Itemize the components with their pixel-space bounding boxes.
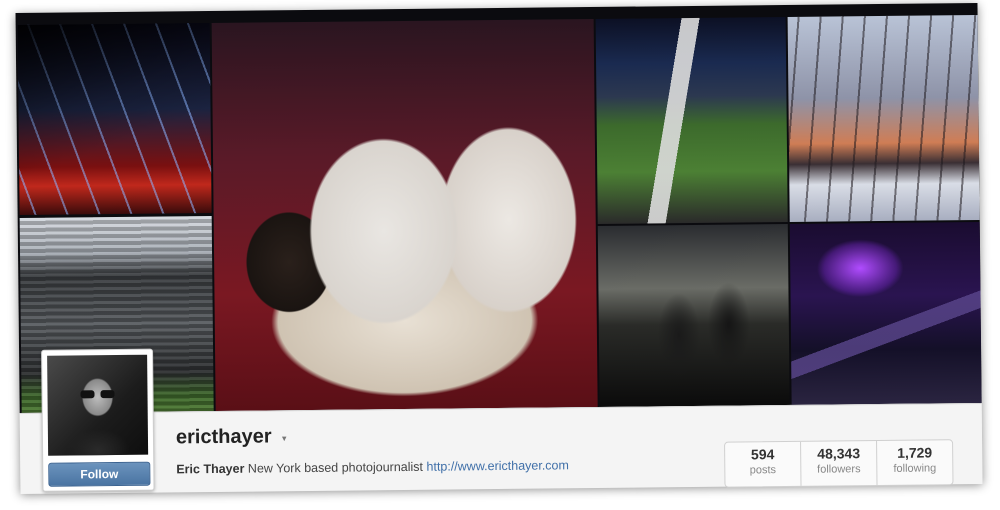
cover-photo-trees-sunset[interactable] [787, 14, 980, 222]
stat-label: posts [749, 464, 777, 477]
cover-photo-runway[interactable] [789, 221, 982, 405]
avatar-frame: Follow [41, 348, 155, 492]
stat-value: 48,343 [817, 445, 861, 462]
stat-value: 594 [750, 446, 775, 463]
stat-label: followers [817, 463, 861, 476]
stat-posts[interactable]: 594 posts [725, 442, 800, 487]
full-name: Eric Thayer [176, 461, 245, 477]
bio-text: New York based photojournalist [247, 459, 424, 476]
profile-info-bar: Follow ericthayer ▾ Eric Thayer New York… [19, 348, 983, 495]
username[interactable]: ericthayer [176, 425, 272, 449]
cover-photo-crowd[interactable] [597, 223, 790, 407]
stat-following[interactable]: 1,729 following [876, 440, 953, 486]
stat-value: 1,729 [897, 444, 933, 461]
chevron-down-icon[interactable]: ▾ [282, 433, 287, 444]
profile-card: Follow ericthayer ▾ Eric Thayer New York… [15, 2, 983, 495]
cover-photo-grid [15, 2, 982, 414]
cover-photo-french-bulldogs[interactable] [211, 18, 598, 411]
sunglasses-icon [80, 390, 115, 399]
stats-box: 594 posts 48,343 followers 1,729 followi… [724, 439, 954, 488]
cover-photo-football-field[interactable] [595, 16, 788, 224]
avatar[interactable] [47, 354, 149, 456]
website-link[interactable]: http://www.ericthayer.com [426, 458, 569, 473]
cover-photo-stadium-lights[interactable] [17, 23, 212, 216]
stat-followers[interactable]: 48,343 followers [800, 441, 877, 486]
stat-label: following [893, 462, 937, 475]
follow-button[interactable]: Follow [48, 461, 151, 487]
bio: Eric Thayer New York based photojournali… [176, 458, 569, 476]
